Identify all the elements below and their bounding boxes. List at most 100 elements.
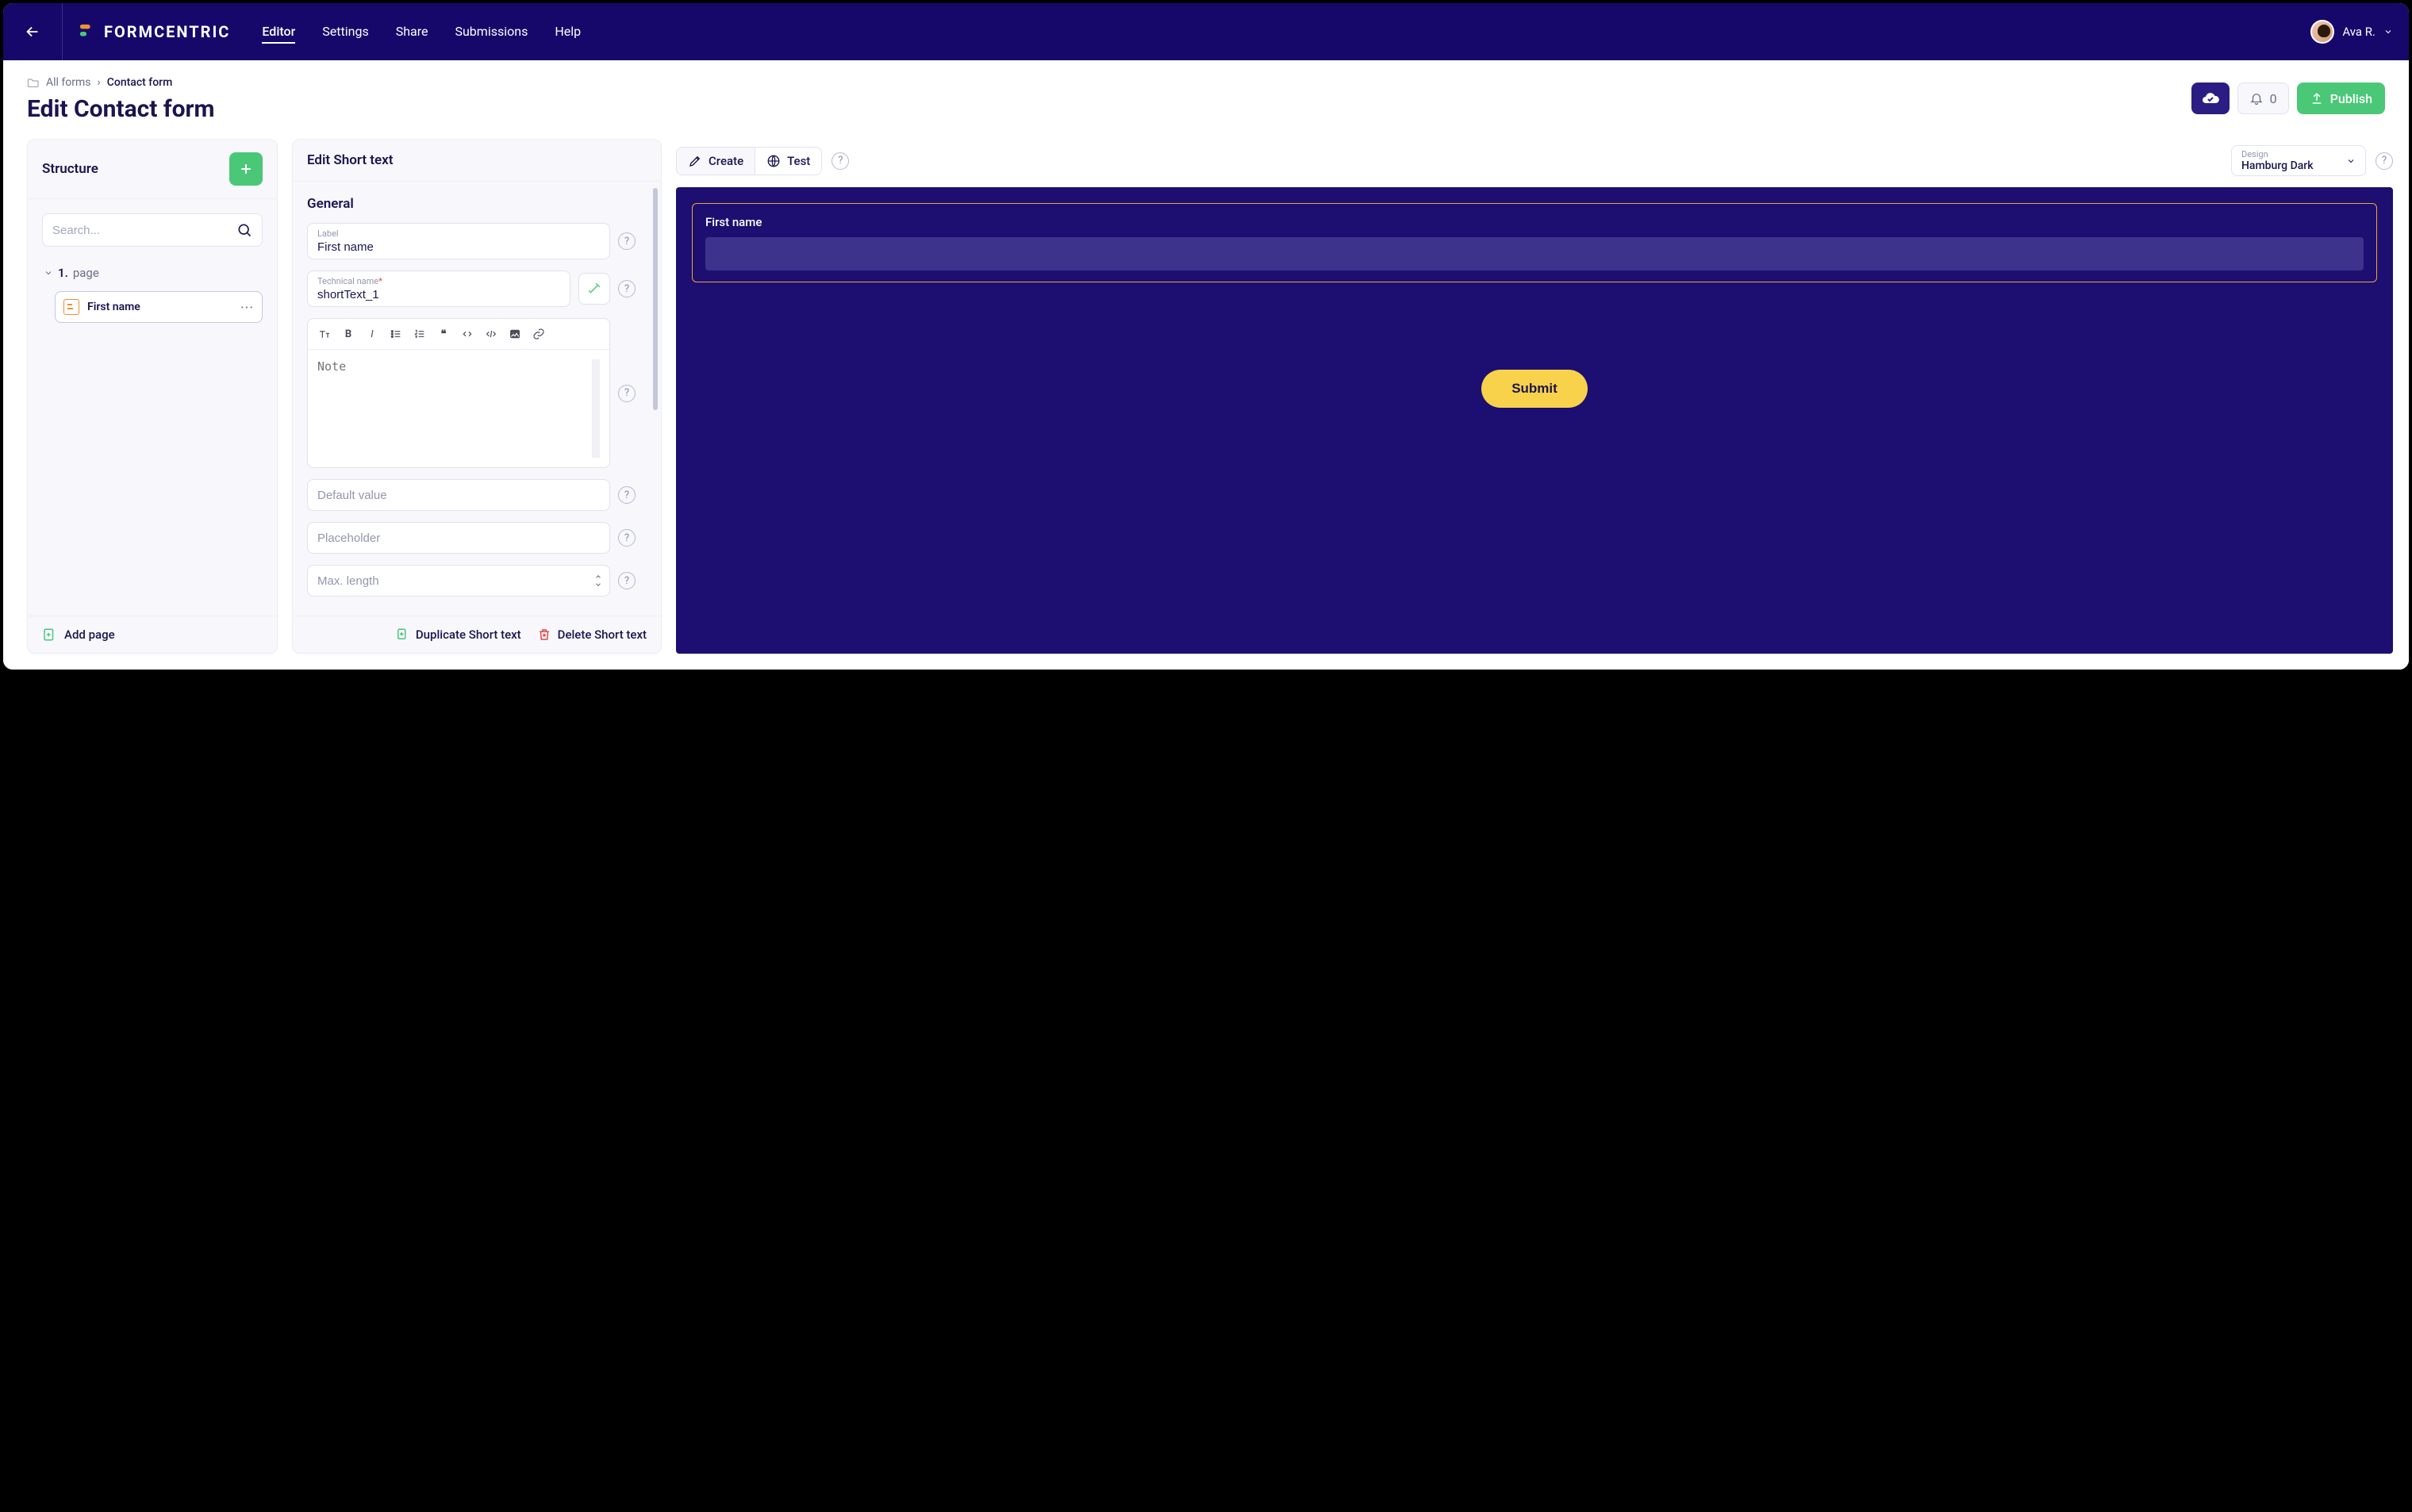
plus-icon (238, 161, 254, 177)
mode-test[interactable]: Test (755, 148, 821, 175)
help-default[interactable]: ? (618, 486, 636, 504)
breadcrumb-current: Contact form (107, 76, 173, 89)
preview-field-label: First name (705, 215, 2364, 229)
help-label[interactable]: ? (618, 232, 636, 250)
globe-icon (766, 154, 781, 168)
add-page-icon (42, 627, 56, 642)
edit-panel: Edit Short text General Label ? Technica… (292, 139, 662, 654)
rte-italic[interactable]: I (362, 324, 382, 344)
delete-label: Delete Short text (558, 627, 647, 642)
stepper-up-icon[interactable] (593, 573, 603, 581)
preview-input[interactable] (705, 237, 2364, 271)
max-length-input[interactable] (317, 574, 600, 588)
rte-ul[interactable] (386, 324, 406, 344)
duplicate-label: Duplicate Short text (416, 627, 521, 642)
preview-submit-button[interactable]: Submit (1481, 370, 1588, 408)
nav-help[interactable]: Help (555, 21, 581, 44)
max-length-field[interactable] (307, 565, 610, 597)
structure-search[interactable] (42, 213, 263, 247)
notifications-button[interactable]: 0 (2237, 83, 2289, 114)
save-status-button[interactable] (2191, 83, 2230, 114)
upload-icon (2310, 91, 2324, 106)
note-editor: B I ❝ (307, 318, 610, 468)
nav-settings[interactable]: Settings (322, 21, 368, 44)
placeholder-field[interactable] (307, 522, 610, 554)
bell-icon (2249, 91, 2264, 106)
trash-icon (537, 627, 551, 642)
scrollbar[interactable] (653, 188, 658, 410)
tree-page-node[interactable]: 1. page (42, 261, 263, 285)
nav-editor[interactable]: Editor (262, 21, 295, 44)
preview-panel: Create Test ? Design Hamburg Dark (676, 139, 2393, 654)
brand-name: FORMCENTRIC (104, 22, 230, 41)
technical-name-field[interactable]: Technical name* (307, 271, 570, 307)
default-value-field[interactable] (307, 479, 610, 511)
rte-scrollbar[interactable] (592, 359, 600, 458)
label-field-label: Label (317, 228, 600, 239)
add-element-button[interactable] (229, 152, 263, 186)
chevron-down-icon (2383, 27, 2393, 36)
help-technical-name[interactable]: ? (618, 280, 636, 297)
publish-button[interactable]: Publish (2297, 83, 2385, 114)
duplicate-button[interactable]: Duplicate Short text (395, 627, 521, 642)
nav-submissions[interactable]: Submissions (455, 21, 528, 44)
default-value-input[interactable] (317, 489, 600, 502)
avatar (2310, 20, 2334, 44)
rte-code[interactable] (457, 324, 478, 344)
tree-field-label: First name (87, 301, 140, 313)
page-number: 1. (58, 266, 68, 280)
mode-segment: Create Test (676, 147, 822, 175)
design-label: Design (2241, 149, 2314, 159)
tree-field-first-name[interactable]: First name ··· (55, 291, 263, 323)
tree-field-more[interactable]: ··· (240, 300, 254, 315)
brand-logo: FORMCENTRIC (63, 22, 254, 41)
help-note[interactable]: ? (618, 385, 636, 402)
design-dropdown[interactable]: Design Hamburg Dark (2231, 145, 2366, 176)
design-value: Hamburg Dark (2241, 159, 2314, 172)
mode-create[interactable]: Create (677, 148, 755, 175)
pencil-icon (688, 154, 702, 168)
rte-quote[interactable]: ❝ (433, 324, 454, 344)
magic-wand-button[interactable] (578, 273, 610, 305)
mode-create-label: Create (709, 154, 743, 168)
note-textarea[interactable] (317, 359, 592, 458)
structure-title: Structure (42, 161, 98, 177)
breadcrumb-sep: › (98, 76, 101, 89)
chevron-down-icon (2346, 156, 2356, 166)
back-button[interactable] (3, 3, 63, 60)
rte-bold[interactable]: B (338, 324, 359, 344)
add-page-button[interactable]: Add page (64, 627, 115, 642)
preview-canvas: First name Submit (676, 187, 2393, 654)
edit-title: Edit Short text (307, 152, 393, 168)
help-maxlen[interactable]: ? (618, 572, 636, 589)
technical-name-label: Technical name* (317, 276, 560, 286)
folder-icon (27, 77, 40, 88)
notif-count: 0 (2270, 91, 2277, 106)
search-input[interactable] (52, 224, 230, 237)
label-input[interactable] (317, 240, 600, 254)
rte-ol[interactable] (409, 324, 430, 344)
user-menu[interactable]: Ava R. (2310, 20, 2393, 44)
nav-share[interactable]: Share (396, 21, 428, 44)
delete-button[interactable]: Delete Short text (537, 627, 647, 642)
placeholder-input[interactable] (317, 532, 600, 545)
rte-link[interactable] (528, 324, 549, 344)
rte-textsize[interactable] (314, 324, 335, 344)
help-design[interactable]: ? (2376, 152, 2393, 170)
preview-field: First name (692, 203, 2377, 282)
label-field[interactable]: Label (307, 223, 610, 259)
breadcrumb: All forms › Contact form (27, 76, 215, 89)
rte-codeblock[interactable] (481, 324, 501, 344)
technical-name-input[interactable] (317, 288, 560, 301)
wand-icon (587, 282, 601, 296)
page-title: Edit Contact form (27, 95, 215, 123)
search-icon (236, 222, 252, 238)
publish-label: Publish (2330, 91, 2372, 106)
page-label: page (73, 266, 99, 280)
help-mode[interactable]: ? (832, 152, 849, 170)
rte-image[interactable] (505, 324, 525, 344)
stepper-down-icon[interactable] (593, 581, 603, 589)
breadcrumb-root[interactable]: All forms (46, 76, 91, 89)
duplicate-icon (395, 627, 409, 642)
help-placeholder[interactable]: ? (618, 529, 636, 547)
